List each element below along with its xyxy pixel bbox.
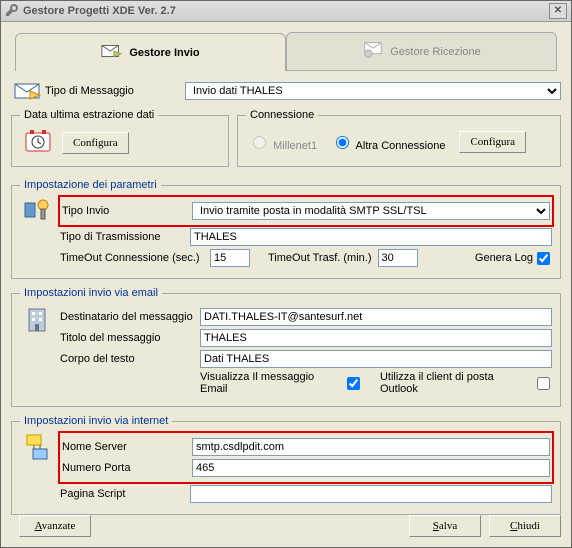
internet-group: Impostazioni invio via internet Nome Ser… [11,415,561,515]
chiudi-button[interactable]: Chiudi [489,515,561,537]
clock-icon [24,129,52,156]
destinatario-label: Destinatario del messaggio [60,311,200,323]
tab-send-label: Gestore Invio [129,47,199,59]
tipo-invio-select[interactable]: Invio tramite posta in modalità SMTP SSL… [192,202,550,220]
salva-label: alva [439,520,457,532]
titolo-label: Titolo del messaggio [60,332,200,344]
titolo-input[interactable] [200,329,552,347]
pagina-script-input[interactable] [190,485,552,503]
mail-receive-icon [362,41,384,62]
visualizza-email-checkbox[interactable] [347,377,360,390]
configura-estrazione-button[interactable]: Configura [62,132,129,154]
tipo-messaggio-row: Tipo di Messaggio Invio dati THALES [11,81,561,101]
configura-connessione-button[interactable]: Configura [459,131,526,153]
tools-icon [20,197,54,270]
avanzate-button[interactable]: Avanzate [19,515,91,537]
connessione-legend: Connessione [246,109,318,121]
internet-highlight: Nome Server Numero Porta [58,431,554,484]
titlebar: Gestore Progetti XDE Ver. 2.7 ✕ [1,1,571,22]
radio-millenet1: Millenet1 [248,133,317,152]
building-icon [20,305,54,398]
tipo-invio-label: Tipo Invio [62,205,192,217]
tipo-trasmissione-input[interactable] [190,228,552,246]
timeout-conn-label: TimeOut Connessione (sec.) [60,252,210,264]
corpo-label: Corpo del testo [60,353,200,365]
tab-receive-label: Gestore Ricezione [390,46,481,58]
destinatario-input[interactable] [200,308,552,326]
radio-millenet1-label: Millenet1 [273,140,317,152]
bottom-button-bar: Avanzate Salva Chiudi [11,515,561,537]
envelope-icon [11,81,45,101]
data-estrazione-group: Data ultima estrazione dati Configura [11,109,229,167]
timeout-trasf-input[interactable] [378,249,418,267]
tipo-messaggio-select[interactable]: Invio dati THALES [185,82,561,100]
visualizza-email-label: Visualizza Il messaggio Email [200,371,343,395]
outlook-label: Utilizza il client di posta Outlook [380,371,533,395]
nome-server-input[interactable] [192,438,550,456]
pagina-script-label: Pagina Script [60,488,190,500]
radio-millenet1-input [253,136,266,149]
data-estrazione-legend: Data ultima estrazione dati [20,109,158,121]
parametri-group: Impostazione dei parametri Tipo Invio In… [11,179,561,279]
radio-altra-input[interactable] [336,136,349,149]
email-group: Impostazioni invio via email Destinatari… [11,287,561,407]
avanzate-label: vanzate [42,520,76,532]
connessione-group: Connessione Millenet1 Altra Connessione … [237,109,561,167]
timeout-conn-input[interactable] [210,249,250,267]
salva-button[interactable]: Salva [409,515,481,537]
parametri-legend: Impostazione dei parametri [20,179,161,191]
tab-gestore-invio[interactable]: Gestore Invio [15,33,286,71]
corpo-input[interactable] [200,350,552,368]
timeout-trasf-label: TimeOut Trasf. (min.) [268,252,372,264]
tipo-messaggio-label: Tipo di Messaggio [45,85,185,97]
numero-porta-label: Numero Porta [62,462,192,474]
app-window: Gestore Progetti XDE Ver. 2.7 ✕ Gestore … [0,0,572,548]
tipo-trasmissione-label: Tipo di Trasmissione [60,231,190,243]
radio-altra-label: Altra Connessione [356,140,446,152]
wrench-icon [5,3,19,20]
outlook-checkbox[interactable] [537,377,550,390]
chiudi-label: hiudi [517,520,540,532]
network-icon [20,433,54,506]
mail-send-icon [101,42,123,63]
nome-server-label: Nome Server [62,441,192,453]
genera-log-checkbox[interactable] [537,252,550,265]
tipo-invio-highlight: Tipo Invio Invio tramite posta in modali… [58,195,554,227]
close-window-button[interactable]: ✕ [549,3,567,19]
tab-bar: Gestore Invio Gestore Ricezione [15,32,557,71]
email-legend: Impostazioni invio via email [20,287,162,299]
tab-gestore-ricezione[interactable]: Gestore Ricezione [286,32,557,70]
internet-legend: Impostazioni invio via internet [20,415,172,427]
radio-altra-connessione[interactable]: Altra Connessione [331,133,445,152]
numero-porta-input[interactable] [192,459,550,477]
genera-log-label: Genera Log [475,252,533,264]
window-title: Gestore Progetti XDE Ver. 2.7 [23,5,176,17]
